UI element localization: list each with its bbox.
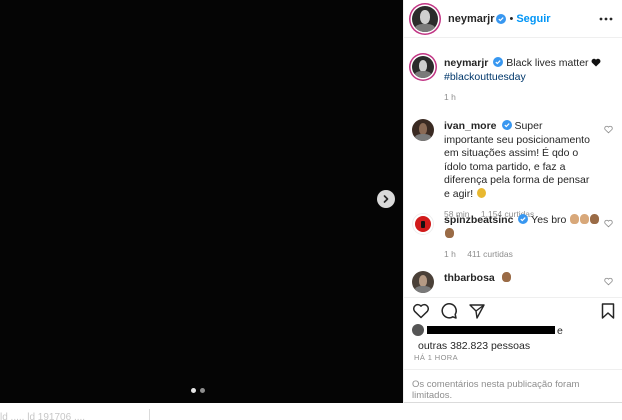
verified-icon xyxy=(496,13,507,24)
comment-username[interactable]: thbarbosa xyxy=(444,272,495,284)
action-bar xyxy=(404,297,622,323)
liker-avatar[interactable] xyxy=(412,324,424,336)
chevron-right-icon xyxy=(383,195,389,203)
below-post-text: ld ..... ld 191706 .... xyxy=(0,412,86,420)
redacted-name xyxy=(427,326,555,334)
caption: neymarjr Black lives matter #blackouttue… xyxy=(412,56,617,106)
heart-outline-icon[interactable] xyxy=(604,125,613,134)
save-bookmark-icon[interactable] xyxy=(599,302,617,320)
avatar[interactable] xyxy=(412,271,434,293)
comment-text: Yes bro xyxy=(531,214,567,226)
caption-text: Black lives matter xyxy=(506,57,589,69)
comment-item: thbarbosa xyxy=(412,271,617,296)
hand-emoji-icon xyxy=(570,214,580,224)
caption-hashtag[interactable]: #blackouttuesday xyxy=(444,71,526,83)
likes-count[interactable]: outras 382.823 pessoas xyxy=(418,340,617,352)
comment-item: ivan_more Super importante seu posiciona… xyxy=(412,119,617,219)
comments-list[interactable]: neymarjr Black lives matter #blackouttue… xyxy=(404,38,622,296)
caption-time[interactable]: 1 h xyxy=(444,92,456,102)
carousel-dot-1 xyxy=(191,388,196,393)
comment-likes[interactable]: 411 curtidas xyxy=(467,249,513,259)
clap-emoji-icon xyxy=(477,187,487,198)
avatar[interactable] xyxy=(412,56,434,78)
instagram-post: neymarjr • Seguir neymarjr Black lives m… xyxy=(0,0,622,403)
avatar[interactable] xyxy=(412,213,434,235)
avatar[interactable] xyxy=(412,119,434,141)
divider xyxy=(149,409,150,420)
likes-conjunction: e xyxy=(557,325,563,337)
share-icon[interactable] xyxy=(468,302,486,320)
heart-outline-icon[interactable] xyxy=(604,219,613,228)
like-heart-icon[interactable] xyxy=(412,302,430,320)
verified-icon xyxy=(518,214,529,224)
verified-icon xyxy=(493,57,504,67)
comment-time[interactable]: 1 h xyxy=(444,249,456,259)
likes-summary: e outras 382.823 pessoas xyxy=(412,324,617,352)
follow-button[interactable]: Seguir xyxy=(516,13,550,25)
below-post-bar: ld ..... ld 191706 .... xyxy=(0,404,622,420)
avatar[interactable] xyxy=(412,5,438,32)
caption-username[interactable]: neymarjr xyxy=(444,57,488,69)
hand-emoji-icon xyxy=(580,214,590,224)
hand-emoji-icon xyxy=(590,214,600,224)
header-username[interactable]: neymarjr xyxy=(448,13,494,25)
separator-dot: • xyxy=(509,12,514,25)
verified-icon xyxy=(501,120,512,130)
comment-username[interactable]: spinzbeatsinc xyxy=(444,214,513,226)
comment-username[interactable]: ivan_more xyxy=(444,120,497,132)
comment-item: spinzbeatsinc Yes bro 1 h 411 curtidas xyxy=(412,213,617,259)
post-header: neymarjr • Seguir xyxy=(404,0,622,38)
comments-limited-notice: Os comentários nesta publicação foram li… xyxy=(404,369,622,403)
hand-emoji-icon xyxy=(445,227,454,238)
black-heart-emoji-icon xyxy=(592,58,601,67)
post-timestamp[interactable]: HÁ 1 HORA xyxy=(414,353,458,362)
comment-bubble-icon[interactable] xyxy=(440,302,458,320)
post-sidebar: neymarjr • Seguir neymarjr Black lives m… xyxy=(403,0,622,403)
hand-emoji-icon xyxy=(501,272,511,282)
next-slide-button[interactable] xyxy=(377,190,395,208)
heart-outline-icon[interactable] xyxy=(604,277,613,286)
carousel-dot-2 xyxy=(200,388,205,393)
carousel-indicator xyxy=(191,388,205,393)
more-options-icon[interactable] xyxy=(599,12,613,26)
post-media[interactable] xyxy=(0,0,403,403)
